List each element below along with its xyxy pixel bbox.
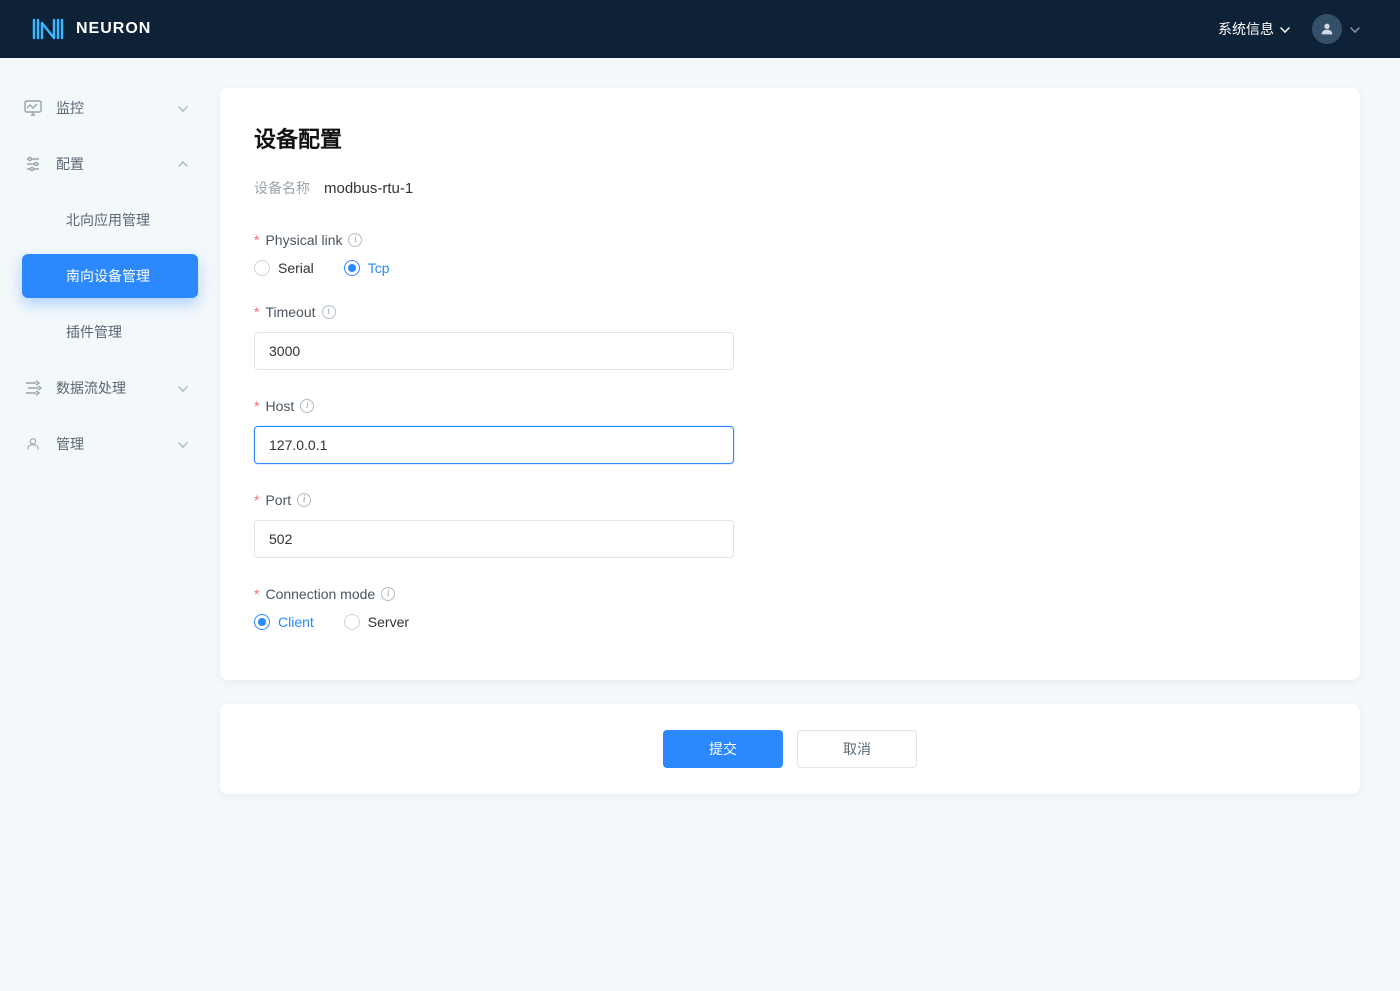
radio-server[interactable]: Server [344, 614, 409, 630]
sidebar-sub-plugin[interactable]: 插件管理 [22, 310, 198, 354]
main-content: 设备配置 设备名称 modbus-rtu-1 * Physical link i… [210, 58, 1400, 854]
user-icon [22, 436, 44, 452]
info-icon[interactable]: i [348, 233, 362, 247]
device-name-label: 设备名称 [254, 178, 310, 198]
sidebar-item-label: 数据流处理 [56, 378, 178, 398]
chevron-down-icon [1350, 23, 1360, 33]
footer-actions: 提交 取消 [220, 704, 1360, 794]
sidebar-item-label: 管理 [56, 434, 178, 454]
sidebar-item-label: 监控 [56, 98, 178, 118]
system-info-label: 系统信息 [1218, 19, 1274, 39]
device-name-value: modbus-rtu-1 [324, 180, 413, 197]
field-host: * Host i [254, 398, 1326, 464]
device-config-card: 设备配置 设备名称 modbus-rtu-1 * Physical link i… [220, 88, 1360, 680]
sidebar-item-label: 北向应用管理 [66, 210, 150, 230]
radio-serial[interactable]: Serial [254, 260, 314, 276]
sidebar-item-config[interactable]: 配置 [12, 142, 198, 186]
brand-area: NEURON [32, 18, 151, 40]
field-port: * Port i [254, 492, 1326, 558]
radio-client[interactable]: Client [254, 614, 314, 630]
chevron-down-icon [178, 102, 188, 112]
radio-label: Server [368, 614, 409, 630]
user-icon [1319, 21, 1335, 37]
sidebar-item-label: 南向设备管理 [66, 266, 150, 286]
port-input[interactable] [254, 520, 734, 558]
sidebar-item-dataflow[interactable]: 数据流处理 [12, 366, 198, 410]
field-label-text: Host [265, 398, 294, 414]
radio-tcp[interactable]: Tcp [344, 260, 390, 276]
field-timeout: * Timeout i [254, 304, 1326, 370]
required-mark: * [254, 232, 259, 248]
sidebar-item-label: 配置 [56, 154, 178, 174]
page-title: 设备配置 [254, 122, 1326, 154]
sidebar-sub-north[interactable]: 北向应用管理 [22, 198, 198, 242]
radio-label: Serial [278, 260, 314, 276]
timeout-input[interactable] [254, 332, 734, 370]
field-label-text: Connection mode [265, 586, 375, 602]
field-label-text: Physical link [265, 232, 342, 248]
required-mark: * [254, 398, 259, 414]
radio-label: Client [278, 614, 314, 630]
device-name-line: 设备名称 modbus-rtu-1 [254, 178, 1326, 198]
submit-button[interactable]: 提交 [663, 730, 783, 768]
monitor-icon [22, 100, 44, 116]
logo-icon [32, 18, 66, 40]
field-physical-link: * Physical link i Serial Tcp [254, 232, 1326, 276]
chevron-down-icon [178, 438, 188, 448]
sidebar-sub-south[interactable]: 南向设备管理 [22, 254, 198, 298]
field-label-text: Port [265, 492, 291, 508]
flow-icon [22, 380, 44, 396]
sidebar-item-monitor[interactable]: 监控 [12, 86, 198, 130]
header-actions: 系统信息 [1218, 14, 1360, 44]
required-mark: * [254, 304, 259, 320]
chevron-down-icon [1280, 23, 1290, 33]
sidebar-config-submenu: 北向应用管理 南向设备管理 插件管理 [12, 198, 198, 354]
sidebar-item-manage[interactable]: 管理 [12, 422, 198, 466]
app-header: NEURON 系统信息 [0, 0, 1400, 58]
cancel-button[interactable]: 取消 [797, 730, 917, 768]
field-connection-mode: * Connection mode i Client Server [254, 586, 1326, 630]
radio-label: Tcp [368, 260, 390, 276]
avatar [1312, 14, 1342, 44]
chevron-up-icon [178, 161, 188, 171]
info-icon[interactable]: i [300, 399, 314, 413]
system-info-dropdown[interactable]: 系统信息 [1218, 19, 1290, 39]
required-mark: * [254, 492, 259, 508]
user-menu[interactable] [1312, 14, 1360, 44]
sidebar: 监控 配置 北向应用管理 南向设备管理 插件管理 数据流处理 [0, 58, 210, 854]
chevron-down-icon [178, 382, 188, 392]
info-icon[interactable]: i [381, 587, 395, 601]
info-icon[interactable]: i [322, 305, 336, 319]
brand-text: NEURON [76, 20, 151, 38]
sliders-icon [22, 156, 44, 172]
sidebar-item-label: 插件管理 [66, 322, 122, 342]
host-input[interactable] [254, 426, 734, 464]
field-label-text: Timeout [265, 304, 315, 320]
info-icon[interactable]: i [297, 493, 311, 507]
required-mark: * [254, 586, 259, 602]
